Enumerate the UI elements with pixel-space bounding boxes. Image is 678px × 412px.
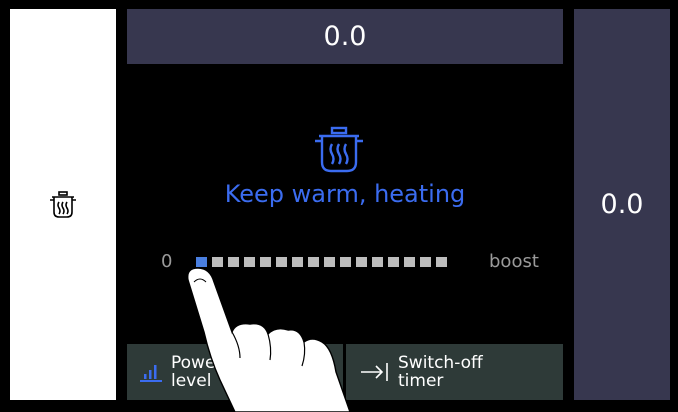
pot-icon bbox=[50, 190, 76, 218]
slider-segment[interactable] bbox=[276, 257, 287, 267]
pot-steam-icon bbox=[315, 126, 363, 173]
slider-segment[interactable] bbox=[308, 257, 319, 267]
slider-segment[interactable] bbox=[388, 257, 399, 267]
switch-off-timer-label: Switch-off timer bbox=[398, 353, 483, 391]
zone-selector-panel[interactable] bbox=[10, 9, 116, 400]
right-value: 0.0 bbox=[600, 189, 644, 220]
slider-segment[interactable] bbox=[436, 257, 447, 267]
slider-segment[interactable] bbox=[260, 257, 271, 267]
power-slider[interactable] bbox=[196, 257, 447, 267]
right-zone-panel[interactable]: 0.0 bbox=[574, 9, 670, 400]
bar-chart-icon bbox=[140, 365, 162, 382]
power-level-button[interactable]: Power level bbox=[127, 344, 343, 400]
slider-segment[interactable] bbox=[196, 257, 207, 267]
cooktop-display: 0.0 0.0 Keep warm, heating 0 boost Power… bbox=[0, 0, 678, 412]
top-value-display: 0.0 bbox=[127, 9, 563, 64]
switch-off-timer-button[interactable]: Switch-off timer bbox=[346, 344, 563, 400]
scale-min-label: 0 bbox=[161, 251, 173, 272]
slider-segment[interactable] bbox=[372, 257, 383, 267]
power-level-label: Power level bbox=[171, 353, 223, 391]
scale-max-label: boost bbox=[489, 251, 539, 272]
slider-segment[interactable] bbox=[356, 257, 367, 267]
arrow-to-bar-icon bbox=[361, 363, 388, 381]
slider-segment[interactable] bbox=[244, 257, 255, 267]
slider-segment[interactable] bbox=[324, 257, 335, 267]
slider-segment[interactable] bbox=[292, 257, 303, 267]
top-value: 0.0 bbox=[323, 21, 367, 52]
slider-segment[interactable] bbox=[212, 257, 223, 267]
mode-label: Keep warm, heating bbox=[224, 180, 466, 208]
main-panel: Keep warm, heating 0 boost bbox=[127, 64, 563, 344]
slider-segment[interactable] bbox=[420, 257, 431, 267]
slider-segment[interactable] bbox=[404, 257, 415, 267]
slider-segment[interactable] bbox=[228, 257, 239, 267]
slider-segment[interactable] bbox=[340, 257, 351, 267]
